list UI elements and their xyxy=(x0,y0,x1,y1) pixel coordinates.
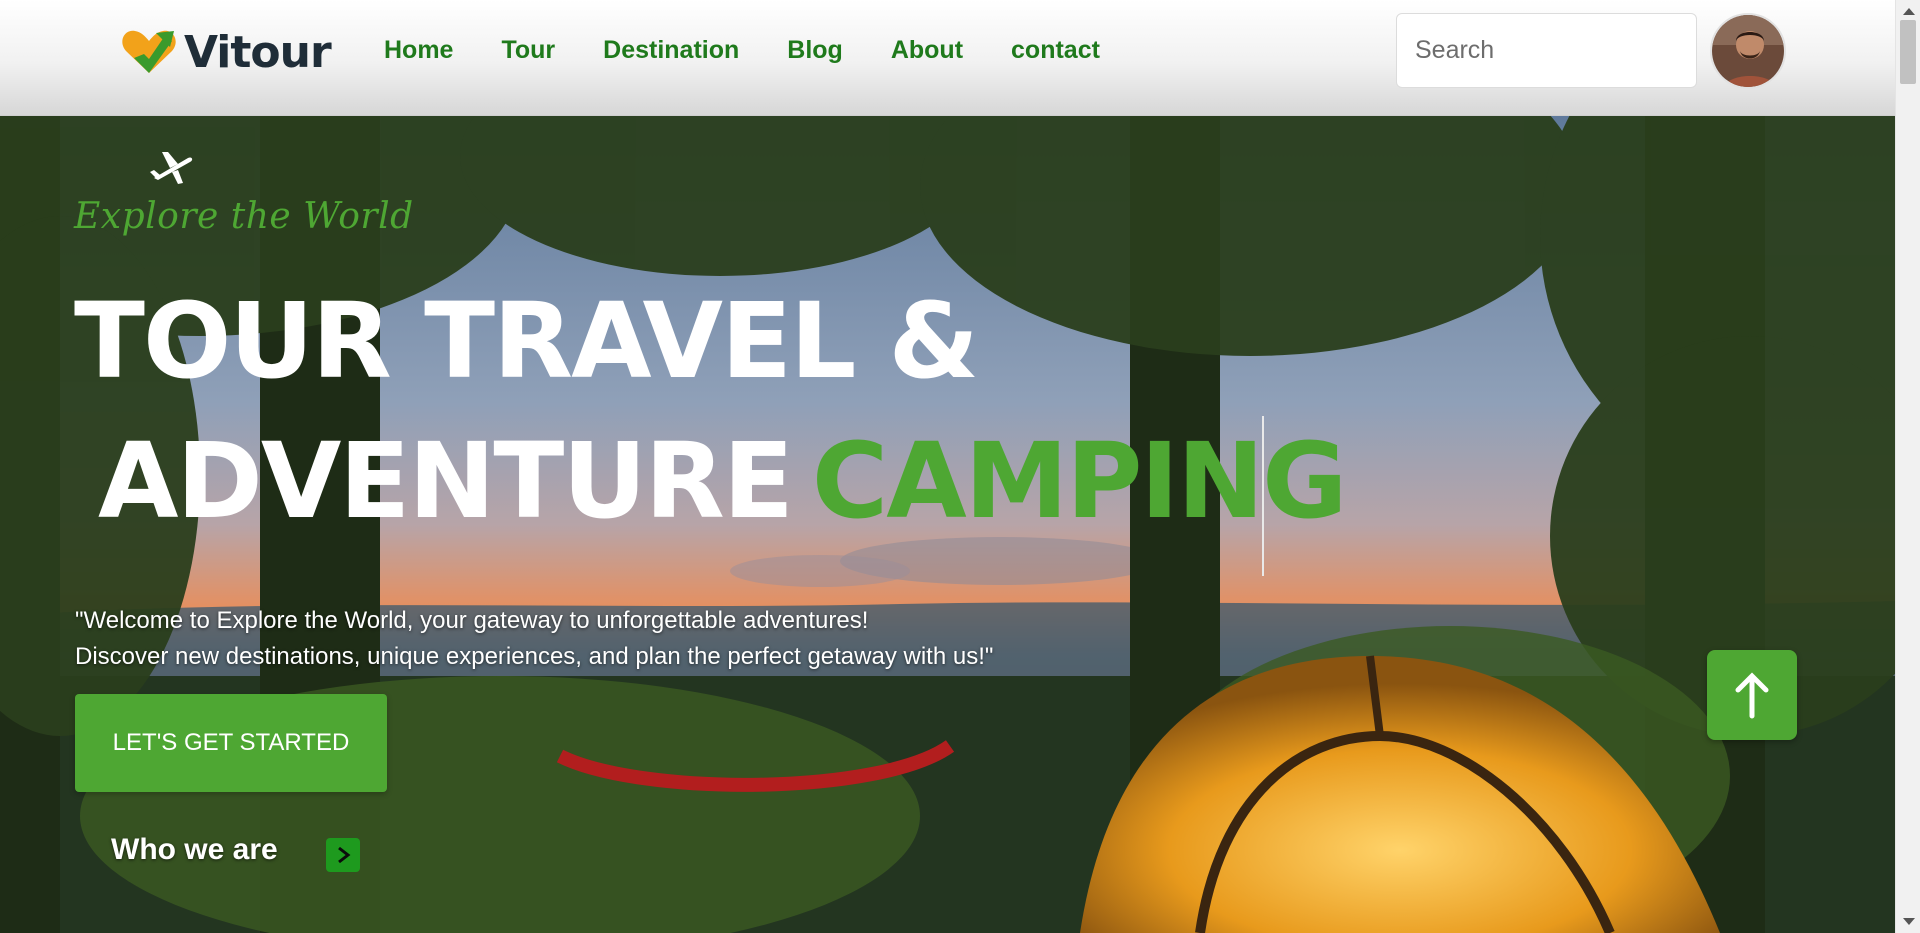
nav-blog[interactable]: Blog xyxy=(787,34,843,66)
arrow-up-icon xyxy=(1735,672,1769,719)
brand-logo[interactable]: Vitour xyxy=(120,24,332,80)
nav-destination[interactable]: Destination xyxy=(603,34,739,66)
nav-contact[interactable]: contact xyxy=(1011,34,1100,66)
hero-title-line2: ADVENTURE CAMPING xyxy=(98,420,1348,542)
nav-tour[interactable]: Tour xyxy=(501,34,555,66)
scroll-up-icon[interactable] xyxy=(1903,8,1915,15)
main-nav: Home Tour Destination Blog About contact xyxy=(384,34,1148,66)
brand-name: Vitour xyxy=(184,26,332,78)
get-started-button[interactable]: LET'S GET STARTED xyxy=(75,694,387,792)
scroll-to-top-button[interactable] xyxy=(1707,650,1797,740)
page-scrollbar[interactable] xyxy=(1895,0,1920,933)
who-we-are-link[interactable]: Who we are xyxy=(111,833,278,867)
search-input[interactable] xyxy=(1396,13,1697,88)
hero-welcome-text: "Welcome to Explore the World, your gate… xyxy=(75,603,1075,675)
hero-title-adventure: ADVENTURE xyxy=(98,420,794,542)
typing-caret xyxy=(1262,416,1264,576)
heart-arrow-logo-icon xyxy=(122,30,176,73)
nav-home[interactable]: Home xyxy=(384,34,453,66)
user-avatar-icon[interactable] xyxy=(1710,13,1786,89)
site-header: Vitour Home Tour Destination Blog About … xyxy=(0,0,1895,116)
welcome-line-1: "Welcome to Explore the World, your gate… xyxy=(75,607,869,634)
hero-tagline: Explore the World xyxy=(74,196,414,237)
scrollbar-thumb[interactable] xyxy=(1900,20,1916,84)
scroll-down-icon[interactable] xyxy=(1903,918,1915,925)
nav-about[interactable]: About xyxy=(891,34,963,66)
chevron-right-icon[interactable] xyxy=(326,838,360,872)
airplane-icon xyxy=(150,152,193,184)
welcome-line-2: Discover new destinations, unique experi… xyxy=(75,643,994,670)
hero-title-line1: TOUR TRAVEL & xyxy=(74,280,979,402)
hero-section: Explore the World TOUR TRAVEL & ADVENTUR… xyxy=(0,116,1895,933)
hero-title-camping: CAMPING xyxy=(811,420,1348,542)
